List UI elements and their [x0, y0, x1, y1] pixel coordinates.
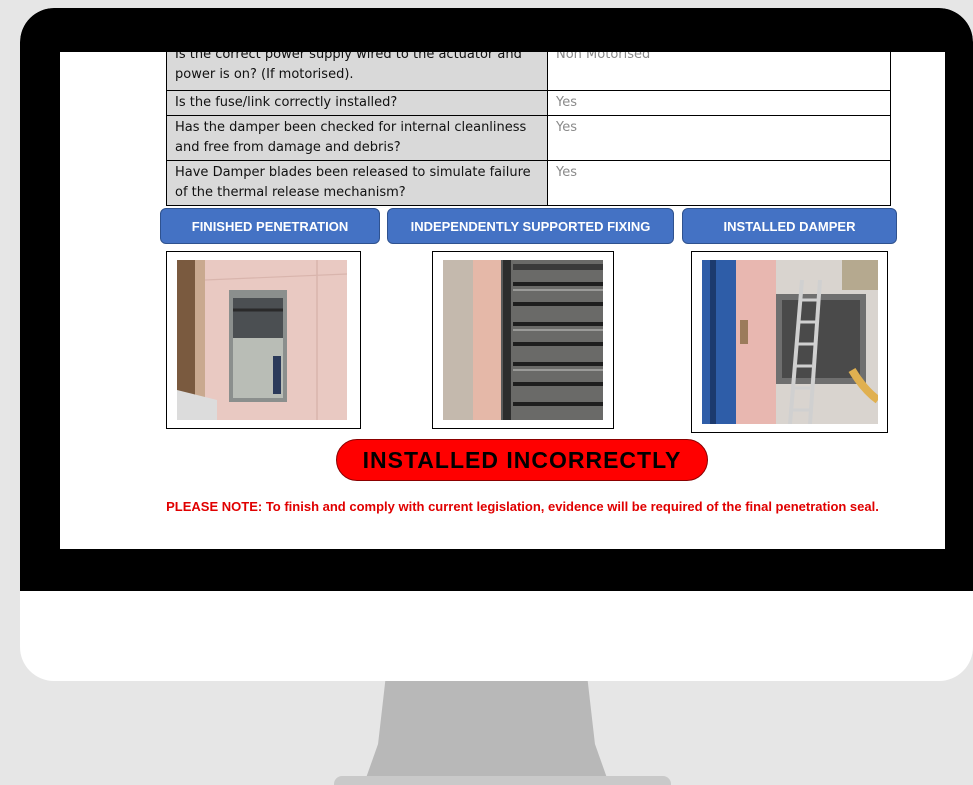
monitor-bezel: Is the correct power supply wired to the…	[20, 8, 973, 591]
installed-incorrectly-badge: INSTALLED INCORRECTLY	[336, 439, 708, 481]
finished-penetration-photo	[166, 251, 361, 429]
damper-ladder-image	[702, 260, 878, 424]
inspection-checklist-table: Is the correct power supply wired to the…	[166, 52, 891, 206]
installed-damper-label: INSTALLED DAMPER	[682, 208, 897, 244]
installed-damper-photo	[691, 251, 888, 433]
wall-opening-image	[177, 260, 347, 420]
question-cell: Is the fuse/link correctly installed?	[166, 90, 548, 116]
table-row: Have Damper blades been released to simu…	[166, 160, 891, 206]
question-cell: Has the damper been checked for internal…	[166, 115, 548, 161]
question-cell: Is the correct power supply wired to the…	[166, 52, 548, 91]
monitor-frame: Is the correct power supply wired to the…	[20, 8, 973, 681]
monitor-stand-base	[334, 776, 671, 785]
finished-penetration-label: FINISHED PENETRATION	[160, 208, 380, 244]
damper-blades-image	[443, 260, 603, 420]
legislation-note: PLEASE NOTE: To finish and comply with c…	[166, 499, 879, 514]
table-row: Is the correct power supply wired to the…	[166, 52, 891, 91]
table-row: Has the damper been checked for internal…	[166, 115, 891, 161]
answer-cell: Yes	[547, 160, 891, 206]
supported-fixing-photo	[432, 251, 614, 429]
answer-cell: Non Motorised	[547, 52, 891, 91]
screen: Is the correct power supply wired to the…	[60, 52, 945, 549]
table-row: Is the fuse/link correctly installed? Ye…	[166, 90, 891, 116]
answer-cell: Yes	[547, 90, 891, 116]
monitor-stand	[366, 681, 607, 778]
question-cell: Have Damper blades been released to simu…	[166, 160, 548, 206]
supported-fixing-label: INDEPENDENTLY SUPPORTED FIXING	[387, 208, 674, 244]
answer-cell: Yes	[547, 115, 891, 161]
